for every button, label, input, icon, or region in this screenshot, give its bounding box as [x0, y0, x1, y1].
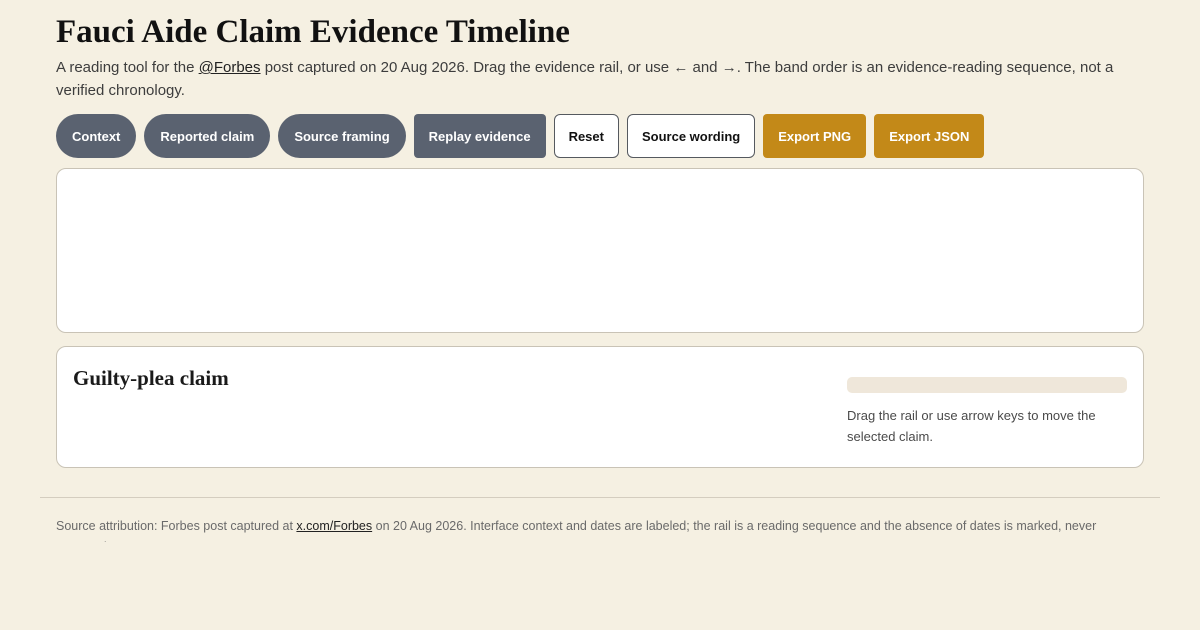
source-wording-button[interactable]: Source wording [626, 114, 756, 158]
source-attribution: Source attribution: Forbes post captured… [56, 519, 1097, 542]
export-json-button[interactable]: Export JSON [874, 114, 985, 158]
left-arrow-icon: ← [673, 59, 689, 76]
replay-evidence-button[interactable]: Replay evidence [413, 114, 546, 158]
toolbar: Context Reported claim Source framing Re… [56, 114, 985, 158]
evidence-rail[interactable] [847, 377, 1127, 393]
reported-claim-button[interactable]: Reported claim [144, 114, 271, 158]
page-title: Fauci Aide Claim Evidence Timeline [56, 14, 570, 50]
right-arrow-icon: → [721, 59, 737, 76]
evidence-canvas[interactable] [56, 168, 1144, 333]
intro-text: A reading tool for the @Forbes post capt… [56, 59, 1114, 99]
footer-divider [40, 497, 1160, 498]
export-png-button[interactable]: Export PNG [763, 114, 867, 158]
context-button[interactable]: Context [56, 114, 137, 158]
reset-button[interactable]: Reset [553, 114, 619, 158]
rail-hint: Drag the rail or use arrow keys to move … [847, 408, 1096, 444]
source-framing-button[interactable]: Source framing [278, 114, 406, 158]
claim-title: Guilty-plea claim [73, 366, 229, 390]
claim-detail-panel: Guilty-plea claim Drag the rail or use a… [56, 346, 1144, 468]
source-link[interactable]: x.com/Forbes [296, 519, 372, 533]
forbes-handle-link[interactable]: @Forbes [199, 59, 261, 76]
